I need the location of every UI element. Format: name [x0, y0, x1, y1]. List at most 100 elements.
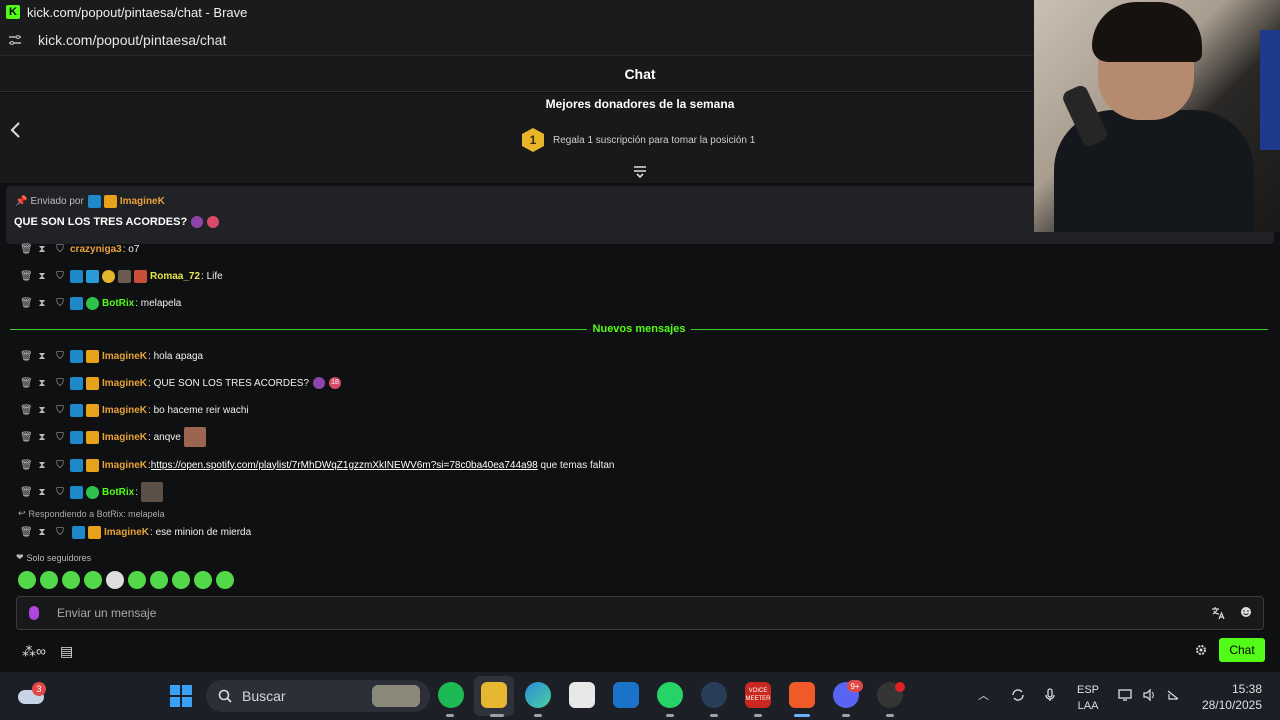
leaderboard-prompt: Regala 1 suscripción para tomar la posic…	[553, 134, 756, 146]
edge-icon[interactable]	[525, 682, 551, 708]
face-emote-icon[interactable]	[183, 427, 206, 447]
emote-icon[interactable]	[18, 571, 36, 589]
pinned-user[interactable]: ImagineK	[120, 196, 165, 207]
gear-icon[interactable]	[1195, 644, 1207, 656]
brave-icon[interactable]	[789, 682, 815, 708]
message-user[interactable]: BotRix	[102, 298, 134, 309]
message-user[interactable]: ImagineK	[102, 405, 147, 416]
smile-icon[interactable]	[1240, 606, 1252, 618]
trash-icon[interactable]: 🗑	[20, 351, 33, 362]
shield-icon[interactable]: ⛉	[56, 298, 64, 309]
language-indicator[interactable]: ESP LAA	[1077, 682, 1099, 714]
hourglass-icon[interactable]: ⧗	[38, 351, 46, 362]
chat-message[interactable]: 🗑 ⧗ ⛉ ImagineK : https://open.spotify.com/…	[20, 457, 614, 473]
trash-icon[interactable]: 🗑	[20, 244, 33, 255]
emote-icon[interactable]	[40, 571, 58, 589]
chat-message[interactable]: 🗑 ⧗ ⛉ BotRix :	[20, 482, 164, 502]
chat-message[interactable]: 🗑 ⧗ ⛉ BotRix : melapela	[20, 295, 181, 311]
message-user[interactable]: ImagineK	[102, 432, 147, 443]
hourglass-icon[interactable]: ⧗	[38, 432, 46, 443]
shield-icon[interactable]: ⛉	[56, 527, 64, 538]
store-icon[interactable]: ▤	[60, 643, 73, 660]
hourglass-icon[interactable]: ⧗	[38, 405, 46, 416]
emote-icon[interactable]	[84, 571, 102, 589]
shield-icon[interactable]: ⛉	[56, 405, 64, 416]
chat-message-input[interactable]: Enviar un mensaje	[16, 596, 1264, 630]
steam-icon[interactable]	[701, 682, 727, 708]
send-chat-button[interactable]: Chat	[1219, 638, 1265, 662]
emote-icon[interactable]	[150, 571, 168, 589]
trash-icon[interactable]: 🗑	[20, 271, 33, 282]
trash-icon[interactable]: 🗑	[20, 432, 33, 443]
shield-icon[interactable]: ⛉	[56, 271, 64, 282]
message-user[interactable]: ImagineK	[104, 527, 149, 538]
community-icon[interactable]: ⁂∞	[22, 643, 46, 660]
voicemeeter-icon[interactable]: VOICE MEETER	[745, 682, 771, 708]
trash-icon[interactable]: 🗑	[20, 378, 33, 389]
site-settings-icon[interactable]	[8, 33, 22, 47]
store-icon[interactable]	[569, 682, 595, 708]
shield-icon[interactable]: ⛉	[56, 244, 64, 255]
hourglass-icon[interactable]: ⧗	[38, 271, 46, 282]
message-user[interactable]: ImagineK	[102, 460, 147, 471]
emote-icon[interactable]	[62, 571, 80, 589]
hourglass-icon[interactable]: ⧗	[38, 460, 46, 471]
expand-icon[interactable]	[633, 166, 647, 178]
shield-icon[interactable]: ⛉	[56, 378, 64, 389]
battery-icon[interactable]	[1166, 688, 1180, 702]
outlook-icon[interactable]	[613, 682, 639, 708]
emote-icon[interactable]	[172, 571, 190, 589]
message-user[interactable]: Romaa_72	[150, 271, 200, 282]
hourglass-icon[interactable]: ⧗	[38, 487, 46, 498]
message-link[interactable]: https://open.spotify.com/playlist/7rMhDW…	[151, 460, 538, 471]
translate-icon[interactable]	[1211, 606, 1225, 620]
hourglass-icon[interactable]: ⧗	[38, 527, 46, 538]
trash-icon[interactable]: 🗑	[20, 487, 33, 498]
reply-context[interactable]: ↩ Respondiendo a BotRix: melapela	[18, 508, 165, 519]
sync-icon[interactable]	[1011, 688, 1025, 702]
windows-icon[interactable]	[170, 685, 192, 707]
url-text[interactable]: kick.com/popout/pintaesa/chat	[38, 32, 226, 48]
chat-message[interactable]: 🗑 ⧗ ⛉ ImagineK : bo haceme reir wachi	[20, 402, 249, 418]
message-user[interactable]: ImagineK	[102, 378, 147, 389]
file-explorer-icon[interactable]	[481, 682, 507, 708]
chevron-up-icon[interactable]: ︿	[978, 687, 989, 703]
trash-icon[interactable]: 🗑	[20, 298, 33, 309]
hourglass-icon[interactable]: ⧗	[38, 378, 46, 389]
taskbar-search[interactable]: Buscar	[206, 680, 430, 712]
clock[interactable]: 15:38 28/10/2025	[1194, 681, 1262, 713]
new-messages-divider[interactable]: Nuevos mensajes	[10, 320, 1268, 338]
emote-icon[interactable]	[194, 571, 212, 589]
shield-icon[interactable]: ⛉	[56, 351, 64, 362]
network-icon[interactable]	[1118, 688, 1132, 702]
trash-icon[interactable]: 🗑	[20, 460, 33, 471]
back-icon[interactable]	[8, 120, 22, 140]
chat-message[interactable]: 🗑 ⧗ ⛉ ImagineK : ese minion de mierda	[20, 524, 251, 540]
hourglass-icon[interactable]: ⧗	[38, 298, 46, 309]
mic-icon[interactable]	[1043, 688, 1057, 702]
weather-widget[interactable]: 3	[18, 682, 46, 706]
emote-icon[interactable]	[106, 571, 124, 589]
chat-message[interactable]: 🗑 ⧗ ⛉ crazyniga3 : o7	[20, 241, 139, 257]
trash-icon[interactable]: 🗑	[20, 405, 33, 416]
message-user[interactable]: ImagineK	[102, 351, 147, 362]
mic-icon[interactable]	[29, 606, 39, 620]
trash-icon[interactable]: 🗑	[20, 527, 33, 538]
whatsapp-icon[interactable]	[657, 682, 683, 708]
message-user[interactable]: crazyniga3	[70, 244, 122, 255]
hourglass-icon[interactable]: ⧗	[38, 244, 46, 255]
minion-emote-icon[interactable]	[141, 482, 164, 502]
spotify-icon[interactable]	[438, 682, 464, 708]
emote-icon[interactable]	[216, 571, 234, 589]
chat-message[interactable]: 🗑 ⧗ ⛉ ImagineK : QUE SON LOS TRES ACORDES?…	[20, 375, 341, 391]
shield-icon[interactable]: ⛉	[56, 487, 64, 498]
chat-message[interactable]: 🗑 ⧗ ⛉ ImagineK : hola apaga	[20, 348, 203, 364]
leaderboard-entry[interactable]: 1 Regala 1 suscripción para tomar la pos…	[522, 128, 755, 152]
chat-message[interactable]: 🗑 ⧗ ⛉ Romaa_72 : Life	[20, 268, 223, 284]
chat-message[interactable]: 🗑 ⧗ ⛉ ImagineK : anqve	[20, 427, 206, 447]
shield-icon[interactable]: ⛉	[56, 432, 64, 443]
emote-icon[interactable]	[128, 571, 146, 589]
volume-icon[interactable]	[1142, 688, 1156, 702]
message-user[interactable]: BotRix	[102, 487, 134, 498]
shield-icon[interactable]: ⛉	[56, 460, 64, 471]
